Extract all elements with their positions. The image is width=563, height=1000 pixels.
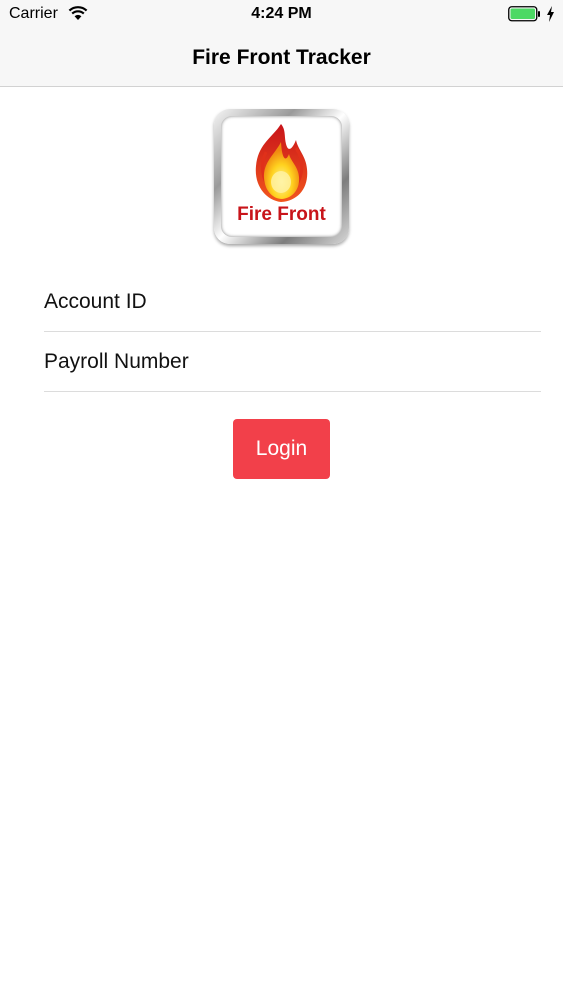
navigation-bar: Fire Front Tracker [0, 30, 563, 87]
account-id-field[interactable] [44, 272, 541, 332]
app-logo: Fire Front [214, 109, 349, 244]
payroll-number-input[interactable] [44, 332, 541, 392]
logo-text: Fire Front [237, 204, 326, 225]
status-time: 4:24 PM [251, 5, 312, 22]
page-title: Fire Front Tracker [192, 46, 371, 69]
account-id-input[interactable] [44, 272, 541, 332]
logo-inner: Fire Front [221, 116, 342, 237]
flame-icon [255, 124, 308, 202]
login-button[interactable]: Login [233, 419, 330, 479]
battery-icon [508, 6, 541, 22]
payroll-number-field[interactable] [44, 332, 541, 392]
charging-bolt-icon [546, 6, 555, 27]
status-bar: Carrier 4:24 PM [0, 0, 563, 30]
